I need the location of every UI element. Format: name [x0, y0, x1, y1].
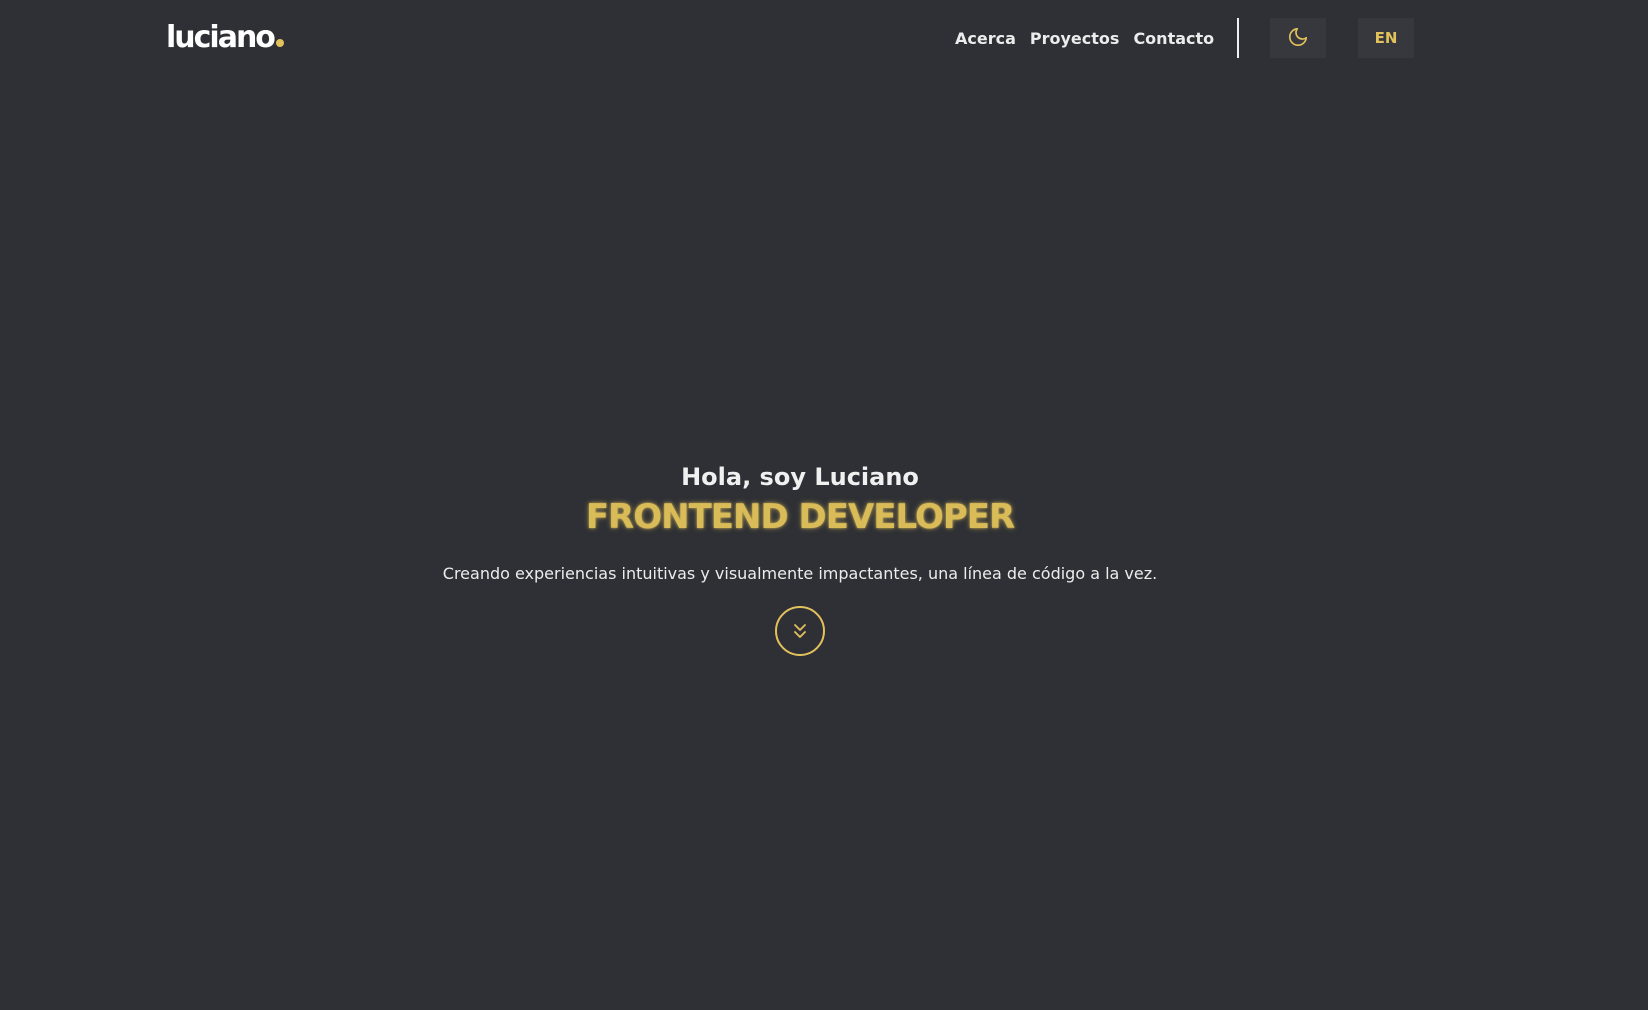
hero-section: Hola, soy Luciano FRONTEND DEVELOPER Cre…: [0, 460, 1600, 656]
hero-tagline: Creando experiencias intuitivas y visual…: [442, 564, 1158, 583]
double-chevron-down-icon: [777, 620, 823, 642]
nav-divider: [1237, 18, 1239, 58]
language-toggle-button[interactable]: EN: [1358, 18, 1414, 58]
hero-greeting: Hola, soy Luciano: [681, 463, 919, 491]
logo-dot: [275, 39, 284, 47]
nav-link-contacto[interactable]: Contacto: [1133, 29, 1214, 48]
logo-text: luciano: [166, 20, 276, 55]
logo[interactable]: luciano: [166, 18, 284, 58]
nav-links: Acerca Proyectos Contacto: [955, 18, 1214, 58]
moon-icon: [1287, 26, 1309, 51]
nav-link-acerca[interactable]: Acerca: [955, 29, 1016, 48]
nav-link-proyectos[interactable]: Proyectos: [1030, 29, 1120, 48]
hero-role: FRONTEND DEVELOPER: [585, 497, 1015, 537]
scroll-down-button[interactable]: [775, 606, 825, 656]
theme-toggle-button[interactable]: [1270, 18, 1326, 58]
navbar: luciano Acerca Proyectos Contacto EN: [0, 0, 1648, 76]
